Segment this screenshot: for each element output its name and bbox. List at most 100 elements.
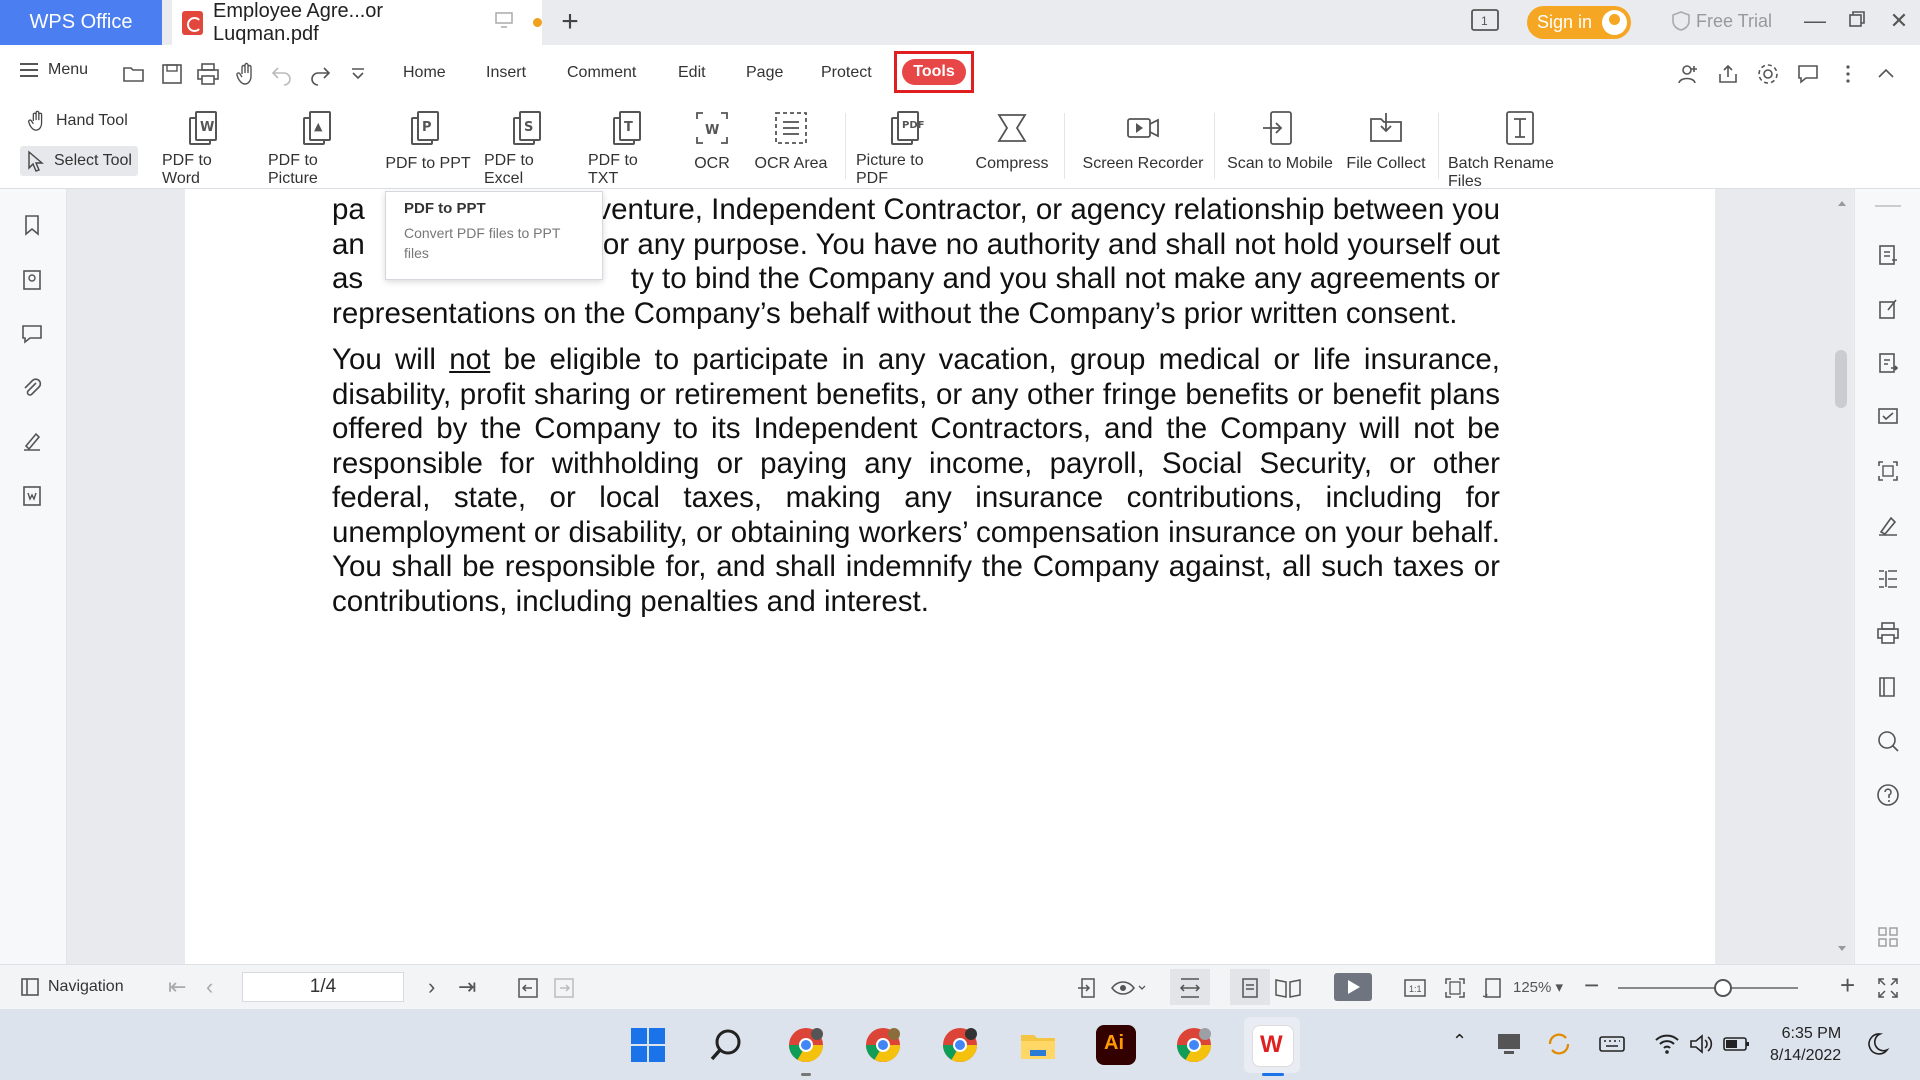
print-icon[interactable] xyxy=(196,62,220,86)
eye-protection-icon[interactable] xyxy=(1110,976,1146,1000)
hand-quick-icon[interactable] xyxy=(234,62,258,86)
tab-page[interactable]: Page xyxy=(746,64,783,82)
go-forward-icon[interactable] xyxy=(553,977,575,999)
wifi-icon[interactable] xyxy=(1654,1031,1680,1057)
volume-icon[interactable] xyxy=(1688,1031,1714,1057)
pdf-to-excel-button[interactable]: S PDF to Excel xyxy=(484,103,576,188)
wps-office-tab[interactable]: WPS Office xyxy=(0,0,162,45)
batch-rename-files-button[interactable]: Batch Rename Files xyxy=(1448,103,1592,190)
compress-button[interactable]: Compress xyxy=(970,103,1054,188)
properties-icon[interactable] xyxy=(1876,243,1900,267)
next-page-icon[interactable]: › xyxy=(428,974,435,1000)
tab-edit[interactable]: Edit xyxy=(678,64,706,82)
navigation-toggle-button[interactable]: Navigation xyxy=(20,977,124,997)
save-icon[interactable] xyxy=(160,62,184,86)
rotate-page-icon[interactable] xyxy=(1481,976,1505,1000)
comment-icon[interactable] xyxy=(20,322,44,346)
search-icon[interactable] xyxy=(708,1027,744,1063)
pdf-to-picture-button[interactable]: ▲ PDF to Picture xyxy=(268,103,372,188)
chrome-profile-1-icon[interactable] xyxy=(786,1025,826,1065)
tab-insert[interactable]: Insert xyxy=(486,64,526,82)
tab-tools[interactable]: Tools xyxy=(902,59,966,85)
windows-start-icon[interactable] xyxy=(630,1027,666,1063)
chrome-profile-4-icon[interactable] xyxy=(1174,1025,1214,1065)
document-viewport[interactable]: pa venture, Independent Contractor, or ag… xyxy=(67,189,1853,964)
pdf-to-txt-button[interactable]: T PDF to TXT xyxy=(588,103,672,188)
chrome-profile-2-icon[interactable] xyxy=(863,1025,903,1065)
zoom-in-icon[interactable]: + xyxy=(1840,970,1855,1001)
fit-width-icon[interactable] xyxy=(1178,976,1202,1000)
tray-overflow-chevron-icon[interactable]: ⌃ xyxy=(1452,1031,1467,1052)
comment-bubble-icon[interactable] xyxy=(1796,62,1820,86)
select-tool-button[interactable]: Select Tool xyxy=(20,146,138,176)
signature-icon[interactable] xyxy=(20,430,44,454)
printer-icon[interactable] xyxy=(1876,621,1900,645)
vertical-scrollbar-thumb[interactable] xyxy=(1835,350,1847,408)
first-page-icon[interactable]: ⇤ xyxy=(168,974,186,1000)
wps-office-taskbar-icon[interactable]: W xyxy=(1252,1025,1294,1067)
export-doc-icon[interactable] xyxy=(1876,351,1900,375)
collapse-ribbon-icon[interactable] xyxy=(1874,62,1898,86)
undo-icon[interactable] xyxy=(270,62,294,86)
page-number-input[interactable]: 1/4 xyxy=(242,972,404,1002)
ocr-area-button[interactable]: OCR Area xyxy=(748,103,834,188)
workspace-icon[interactable]: 1 xyxy=(1470,8,1500,38)
minimize-icon[interactable]: — xyxy=(1800,8,1830,34)
sync-tray-icon[interactable] xyxy=(1546,1031,1572,1057)
restore-icon[interactable] xyxy=(1842,8,1872,34)
attachment-icon[interactable] xyxy=(20,376,44,400)
customize-dropdown-icon[interactable] xyxy=(346,62,370,86)
tab-home[interactable]: Home xyxy=(403,64,446,82)
sign-in-button[interactable]: Sign in xyxy=(1527,6,1631,39)
dual-page-icon[interactable] xyxy=(1274,976,1302,1000)
new-tab-plus-icon[interactable]: + xyxy=(552,4,588,40)
zoom-slider-track[interactable] xyxy=(1618,987,1798,989)
zoom-slider-handle[interactable] xyxy=(1714,979,1732,997)
open-folder-icon[interactable] xyxy=(122,62,146,86)
bookmark-icon[interactable] xyxy=(20,213,44,237)
share-icon[interactable] xyxy=(1716,62,1740,86)
close-icon[interactable]: ✕ xyxy=(1884,8,1914,34)
ocr-button[interactable]: W OCR xyxy=(686,103,738,188)
fullscreen-icon[interactable] xyxy=(1876,976,1900,1000)
tab-comment[interactable]: Comment xyxy=(567,64,636,82)
screen-recorder-button[interactable]: Screen Recorder xyxy=(1078,103,1208,188)
actual-size-icon[interactable]: 1:1 xyxy=(1403,976,1427,1000)
last-page-icon[interactable]: ⇥ xyxy=(458,974,476,1000)
previous-page-icon[interactable]: ‹ xyxy=(206,974,213,1000)
keyboard-tray-icon[interactable] xyxy=(1598,1031,1626,1057)
pdf-to-word-button[interactable]: W PDF to Word xyxy=(162,103,250,188)
clock[interactable]: 6:35 PM 8/14/2022 xyxy=(1770,1023,1841,1067)
chrome-profile-3-icon[interactable] xyxy=(940,1025,980,1065)
redo-icon[interactable] xyxy=(308,62,332,86)
outline-icon[interactable] xyxy=(1876,567,1900,591)
fit-page-icon[interactable] xyxy=(1443,976,1467,1000)
scroll-down-icon[interactable] xyxy=(1836,944,1848,954)
tab-tools-highlight[interactable]: Tools xyxy=(894,51,974,93)
more-vertical-icon[interactable] xyxy=(1836,62,1860,86)
apps-grid-icon[interactable] xyxy=(1876,925,1900,949)
go-back-icon[interactable] xyxy=(517,977,539,999)
document-tab[interactable]: Employee Agre...or Luqman.pdf xyxy=(172,0,543,45)
help-icon[interactable] xyxy=(1876,783,1900,807)
free-trial-button[interactable]: Free Trial xyxy=(1670,10,1772,32)
play-slideshow-button[interactable] xyxy=(1334,973,1372,1001)
file-explorer-icon[interactable] xyxy=(1018,1025,1058,1065)
zoom-level[interactable]: 125% ▾ xyxy=(1513,978,1563,996)
hand-tool-button[interactable]: Hand Tool xyxy=(20,106,134,136)
add-user-icon[interactable] xyxy=(1676,62,1700,86)
edit-pencil-icon[interactable] xyxy=(1876,297,1900,321)
settings-gear-icon[interactable] xyxy=(1756,62,1780,86)
single-page-icon[interactable] xyxy=(1238,976,1262,1000)
thumbnail-icon[interactable] xyxy=(20,268,44,292)
picture-to-pdf-button[interactable]: PDF Picture to PDF xyxy=(856,103,960,188)
scan-to-mobile-button[interactable]: Scan to Mobile xyxy=(1224,103,1336,188)
zoom-out-icon[interactable]: − xyxy=(1584,970,1599,1001)
focus-moon-icon[interactable] xyxy=(1864,1031,1890,1057)
scroll-up-icon[interactable] xyxy=(1836,198,1848,208)
annotate-icon[interactable] xyxy=(1876,405,1900,429)
main-menu-button[interactable]: Menu xyxy=(20,61,88,79)
pdf-to-ppt-button[interactable]: P PDF to PPT xyxy=(382,103,474,188)
sign-pen-icon[interactable] xyxy=(1876,513,1900,537)
search-doc-icon[interactable] xyxy=(1876,729,1900,753)
